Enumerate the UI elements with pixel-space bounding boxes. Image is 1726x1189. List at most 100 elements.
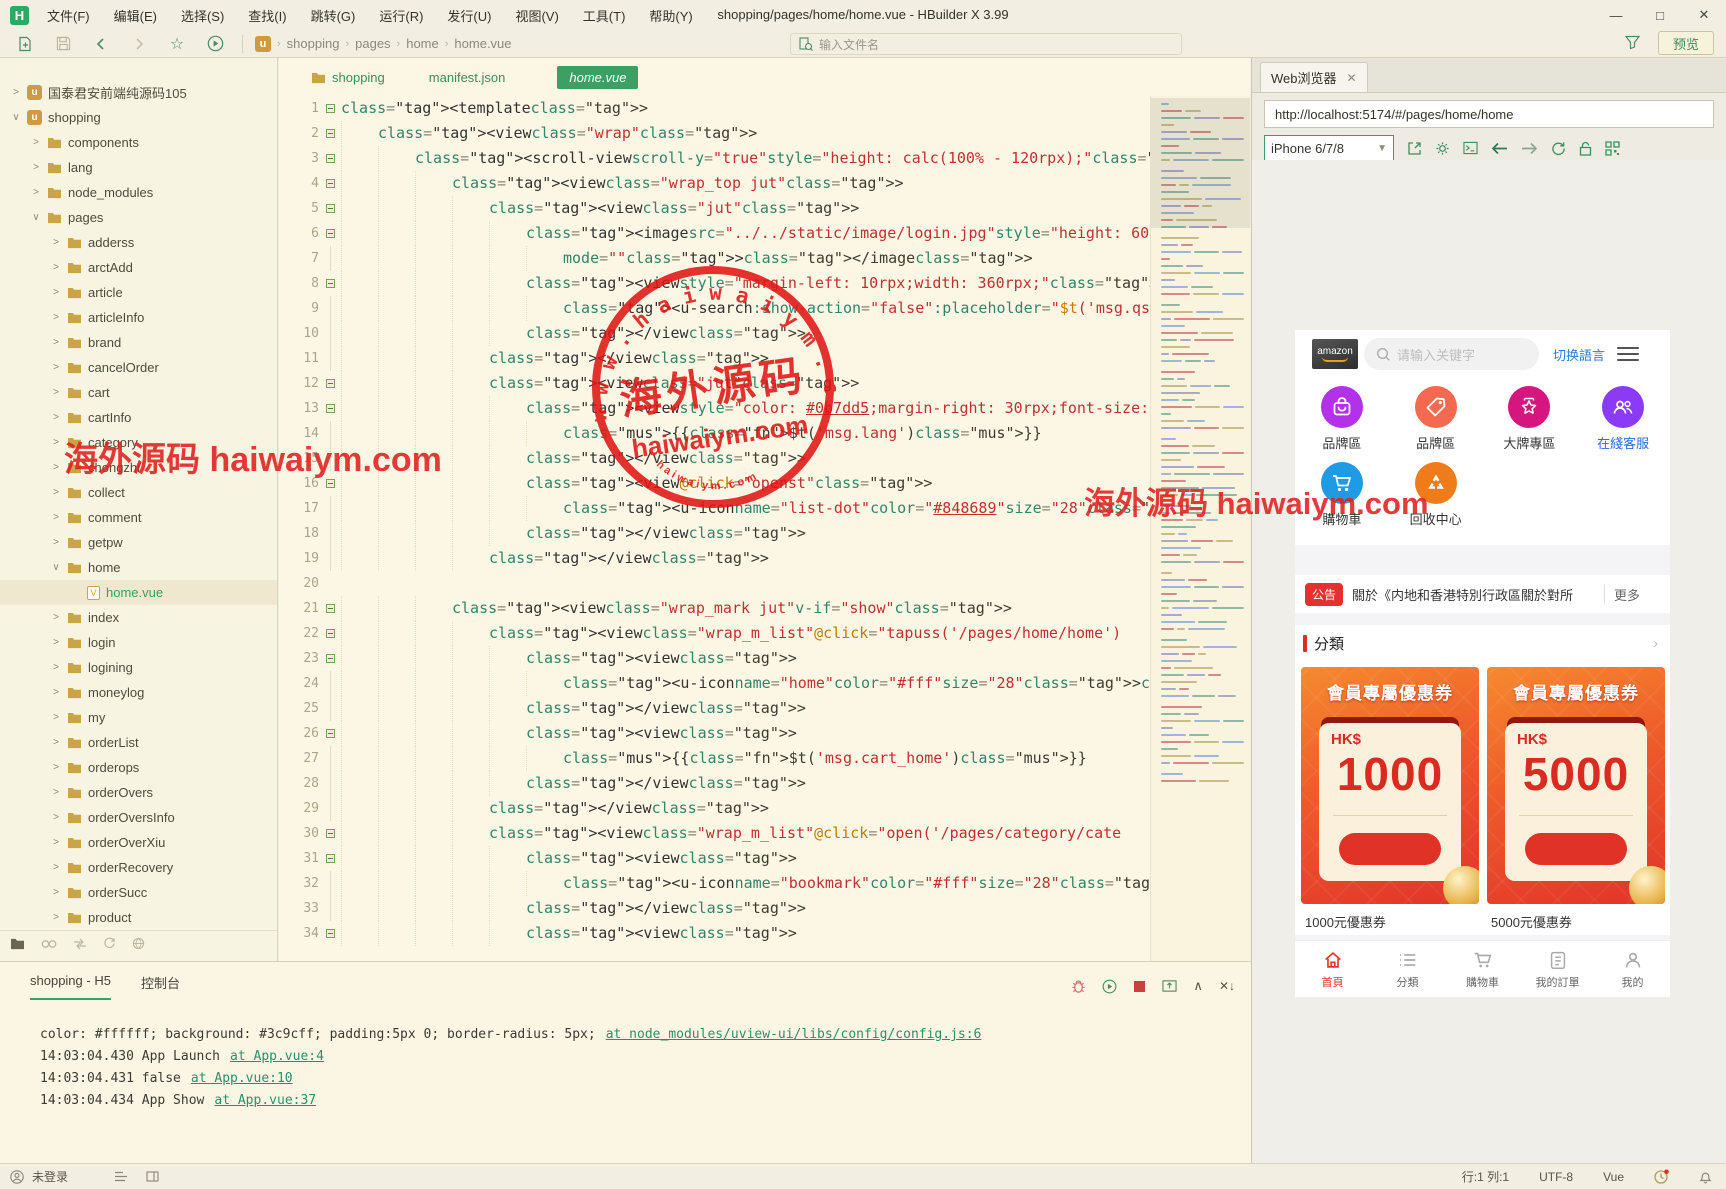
collapse-arrow-icon[interactable]: > (50, 262, 62, 273)
code-line-12[interactable]: 12class="tag"><view class="jut"class="ta… (279, 371, 1150, 396)
device-select[interactable]: iPhone 6/7/8 ▼ (1264, 135, 1394, 161)
open-external-icon[interactable] (1407, 141, 1422, 156)
code-line-19[interactable]: 19class="tag"></viewclass="tag">> (279, 546, 1150, 571)
browser-refresh-icon[interactable] (1551, 141, 1566, 156)
code-line-14[interactable]: 14class="mus">{{class="fn">$t('msg.lang'… (279, 421, 1150, 446)
tabbar-item-user[interactable]: 我的 (1595, 941, 1670, 997)
stop-icon[interactable] (1133, 980, 1146, 993)
menu-item-7[interactable]: 发行(U) (437, 3, 501, 28)
collapse-arrow-icon[interactable]: > (50, 862, 62, 873)
tree-item-orderList[interactable]: >orderList (0, 730, 277, 755)
category-item[interactable]: 購物車 (1295, 462, 1389, 528)
console-tab-app[interactable]: shopping - H5 (30, 973, 111, 1000)
lock-icon[interactable] (1579, 141, 1592, 156)
filter-funnel-icon[interactable] (1625, 35, 1640, 49)
browser-back-icon[interactable] (1491, 142, 1508, 155)
collapse-arrow-icon[interactable]: > (50, 512, 62, 523)
tree-item-logining[interactable]: >logining (0, 655, 277, 680)
code-line-5[interactable]: 5class="tag"><view class="jut"class="tag… (279, 196, 1150, 221)
tree-item-home.vue[interactable]: Vhome.vue (0, 580, 277, 605)
code-line-28[interactable]: 28class="tag"></viewclass="tag">> (279, 771, 1150, 796)
fold-marker[interactable] (319, 621, 341, 646)
code-line-23[interactable]: 23class="tag"><viewclass="tag">> (279, 646, 1150, 671)
coupon-button[interactable] (1339, 833, 1441, 865)
code-line-9[interactable]: 9class="tag"><u-search :show-action="fal… (279, 296, 1150, 321)
code-line-25[interactable]: 25class="tag"></viewclass="tag">> (279, 696, 1150, 721)
cursor-position[interactable]: 行:1 列:1 (1462, 1168, 1509, 1185)
menu-item-3[interactable]: 选择(S) (171, 3, 234, 28)
amazon-logo[interactable]: amazon (1312, 339, 1358, 369)
tree-item-comment[interactable]: >comment (0, 505, 277, 530)
category-item[interactable]: 回收中心 (1389, 462, 1483, 528)
collapse-arrow-icon[interactable]: > (50, 612, 62, 623)
category-item[interactable]: 在綫客服 (1576, 386, 1670, 452)
files-view-icon[interactable] (10, 937, 25, 950)
layout-panel-icon[interactable] (146, 1171, 159, 1182)
clear-console-icon[interactable]: ✕↓ (1219, 979, 1235, 993)
collapse-arrow-icon[interactable]: > (50, 837, 62, 848)
collapse-panel-icon[interactable]: ∧ (1193, 978, 1203, 994)
tabbar-item-cart[interactable]: 購物車 (1445, 941, 1520, 997)
tree-item-orderSucc[interactable]: >orderSucc (0, 880, 277, 905)
search-view-icon[interactable] (41, 938, 57, 950)
preview-button[interactable]: 预览 (1658, 31, 1714, 55)
settings-gear-icon[interactable] (1435, 141, 1450, 156)
tree-item-adderss[interactable]: >adderss (0, 230, 277, 255)
console-tab-console[interactable]: 控制台 (141, 973, 180, 1000)
resume-play-icon[interactable] (1102, 979, 1117, 994)
breadcrumb-item[interactable]: pages (355, 36, 390, 51)
menu-item-2[interactable]: 编辑(E) (104, 3, 167, 28)
fold-marker[interactable] (319, 821, 341, 846)
fold-marker[interactable] (319, 796, 341, 821)
export-log-icon[interactable] (1162, 979, 1177, 993)
collapse-arrow-icon[interactable]: > (50, 487, 62, 498)
code-area[interactable]: 1class="tag"><templateclass="tag">>2clas… (279, 96, 1150, 961)
collapse-arrow-icon[interactable]: > (50, 812, 62, 823)
console-source-link[interactable]: at App.vue:10 (191, 1071, 293, 1086)
coupon-button[interactable] (1525, 833, 1627, 865)
code-line-11[interactable]: 11class="tag"></viewclass="tag">> (279, 346, 1150, 371)
refresh-view-icon[interactable] (103, 937, 116, 950)
tree-item-arctAdd[interactable]: >arctAdd (0, 255, 277, 280)
tree-item-node_modules[interactable]: >node_modules (0, 180, 277, 205)
fold-marker[interactable] (319, 221, 341, 246)
fold-marker[interactable] (319, 371, 341, 396)
tree-item-shopping[interactable]: ∨ushopping (0, 105, 277, 130)
fold-marker[interactable] (319, 521, 341, 546)
minimap[interactable] (1150, 96, 1250, 961)
collapse-arrow-icon[interactable]: > (30, 187, 42, 198)
code-line-17[interactable]: 17class="tag"><u-icon name="list-dot" co… (279, 496, 1150, 521)
tree-item-orderOversInfo[interactable]: >orderOversInfo (0, 805, 277, 830)
user-account-icon[interactable] (10, 1170, 24, 1184)
code-line-10[interactable]: 10class="tag"></viewclass="tag">> (279, 321, 1150, 346)
fold-marker[interactable] (319, 171, 341, 196)
collapse-arrow-icon[interactable]: > (50, 362, 62, 373)
editor-tab-home.vue[interactable]: home.vue (557, 66, 638, 89)
collapse-arrow-icon[interactable]: > (10, 87, 22, 98)
category-item[interactable]: 品牌區 (1295, 386, 1389, 452)
tree-item-chongzhi[interactable]: >chongzhi (0, 455, 277, 480)
tabbar-item-order[interactable]: 我的訂單 (1520, 941, 1595, 997)
collapse-arrow-icon[interactable]: > (50, 237, 62, 248)
close-button[interactable]: ✕ (1682, 0, 1726, 30)
web-view-icon[interactable] (132, 937, 145, 950)
code-line-24[interactable]: 24class="tag"><u-icon name="home" color=… (279, 671, 1150, 696)
code-line-8[interactable]: 8class="tag"><view style="margin-left: 1… (279, 271, 1150, 296)
tab-web-browser[interactable]: Web浏览器 ✕ (1260, 62, 1368, 92)
tree-item-getpw[interactable]: >getpw (0, 530, 277, 555)
file-encoding[interactable]: UTF-8 (1539, 1170, 1573, 1184)
collapse-arrow-icon[interactable]: > (50, 537, 62, 548)
qr-code-icon[interactable] (1605, 141, 1620, 156)
notification-bell-icon[interactable] (1699, 1170, 1712, 1184)
tree-item-orderRecovery[interactable]: >orderRecovery (0, 855, 277, 880)
tree-item-orderops[interactable]: >orderops (0, 755, 277, 780)
code-line-18[interactable]: 18class="tag"></viewclass="tag">> (279, 521, 1150, 546)
console-source-link[interactable]: at App.vue:4 (230, 1049, 324, 1064)
tabbar-item-list[interactable]: 分類 (1370, 941, 1445, 997)
run-button[interactable] (202, 33, 228, 55)
menu-item-10[interactable]: 帮助(Y) (639, 3, 702, 28)
tree-item-components[interactable]: >components (0, 130, 277, 155)
fold-marker[interactable] (319, 921, 341, 946)
new-file-button[interactable] (12, 33, 38, 55)
breadcrumb-item[interactable]: home.vue (454, 36, 511, 51)
